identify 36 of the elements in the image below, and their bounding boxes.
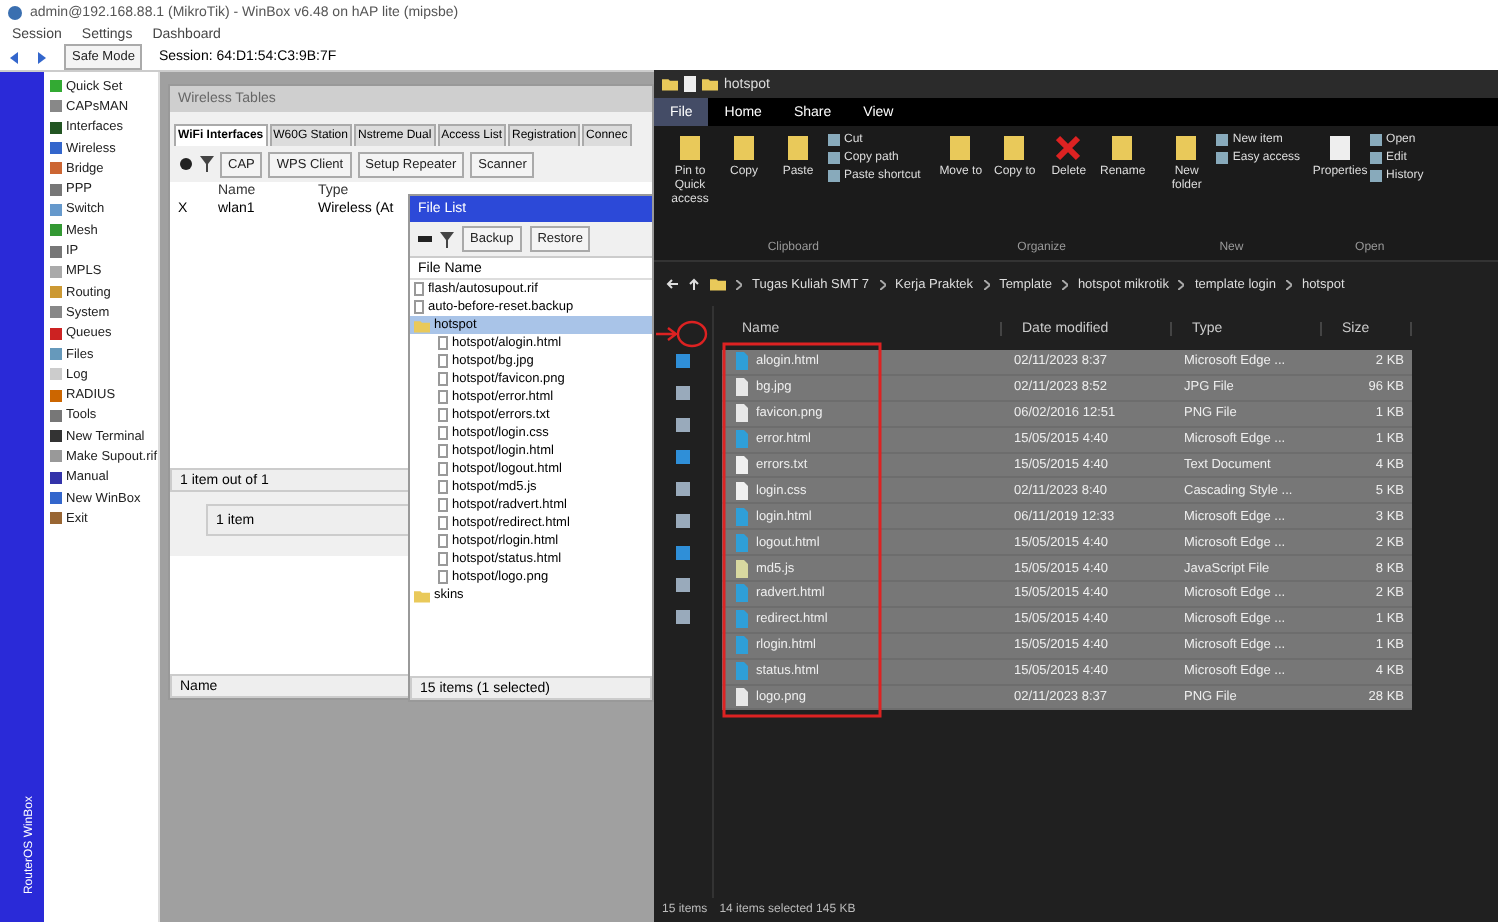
forward-icon[interactable] [36,51,48,63]
app-icon [8,5,22,19]
back-icon[interactable] [8,51,20,63]
nav-icon[interactable] [676,450,690,464]
square-icon [1216,134,1229,146]
nav-icon[interactable] [676,546,690,560]
nav-icon[interactable] [676,482,690,496]
document-icon [684,76,696,92]
square-icon [1370,152,1383,164]
add-icon[interactable] [178,156,194,172]
square-icon [1370,170,1383,182]
chevron-icon [736,279,742,289]
back-icon[interactable] [666,278,678,290]
filter-icon[interactable] [200,156,214,172]
up-icon[interactable] [688,278,700,290]
square-icon [828,152,840,164]
annotation-arrow [656,320,708,348]
filter-icon[interactable] [440,231,454,247]
chevron-icon [983,279,990,289]
square-icon [828,170,840,182]
square-icon [828,134,840,146]
square-icon [1370,134,1383,146]
delete-icon [1056,134,1081,162]
nav-icon[interactable] [676,418,690,432]
nav-icon[interactable] [676,386,690,400]
nav-icon[interactable] [676,610,690,624]
chevron-icon [879,279,886,289]
nav-icon[interactable] [676,514,690,528]
document-icon [1328,134,1353,162]
chevron-icon [1061,279,1068,289]
chevron-icon [1285,279,1292,289]
chevron-icon [1178,279,1185,289]
nav-icon[interactable] [676,578,690,592]
remove-icon[interactable] [418,236,432,242]
nav-icon[interactable] [676,354,690,368]
square-icon [1216,152,1229,164]
